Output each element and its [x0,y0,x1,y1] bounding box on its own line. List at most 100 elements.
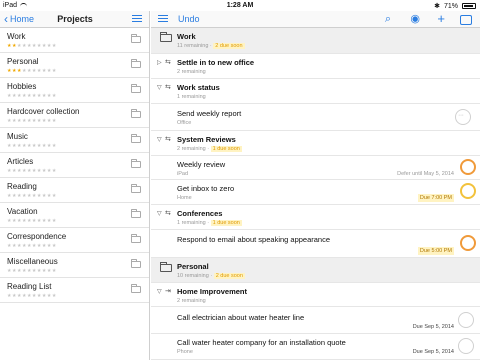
project-header-work[interactable]: Work 11 remaining · 2 due soon [151,28,480,54]
action-group-conferences[interactable]: ▽ ⇆ Conferences 1 remaining · 1 due soon [151,205,480,230]
folder-icon [131,59,141,68]
project-name: Music [7,132,28,141]
sidebar-item-project[interactable]: Hobbies ★★★★★★★★★★ [0,78,149,103]
priority-stars: ★★★★★★★★★★ [7,293,57,299]
disclosure-triangle-icon[interactable]: ▽ [157,210,162,217]
sidebar-item-project[interactable]: Vacation ★★★★★★★★★★ [0,203,149,228]
priority-stars: ★★★★★★★★★★ [7,118,57,124]
list-view-icon[interactable] [132,15,142,24]
status-circle-icon[interactable] [455,109,471,125]
sidebar-item-project[interactable]: Miscellaneous ★★★★★★★★★★ [0,253,149,278]
group-title: Settle in to new office [177,58,255,67]
action-group-system-reviews[interactable]: ▽ ⇆ System Reviews 2 remaining · 1 due s… [151,131,480,156]
folder-icon [131,259,141,268]
folder-icon [131,159,141,168]
action-row[interactable]: Weekly review iPad Defer until May 5, 20… [151,156,480,180]
due-soon-badge: 2 due soon [213,273,245,279]
due-soon-badge: 1 due soon [210,220,242,226]
inbox-icon[interactable] [460,15,472,25]
parallel-group-icon: ⇆ [165,210,171,217]
star-icon: ★ [51,43,57,49]
project-name: Miscellaneous [7,257,58,266]
status-right: ✱ 71% [434,2,476,10]
project-title: Personal [177,262,209,271]
sidebar-item-project[interactable]: Reading ★★★★★★★★★★ [0,178,149,203]
sidebar-item-project[interactable]: Music ★★★★★★★★★★ [0,128,149,153]
remaining-count: 2 remaining [177,298,206,304]
status-circle-icon[interactable] [460,183,476,199]
project-name: Hardcover collection [7,107,80,116]
action-row[interactable]: Respond to email about speaking appearan… [151,230,480,258]
action-row[interactable]: Send weekly report Office [151,104,480,131]
sidebar-toggle-icon[interactable] [158,15,168,24]
priority-stars: ★★★★★★★★★★ [7,268,57,274]
disclosure-triangle-icon[interactable]: ▽ [157,136,162,143]
action-group-home-improvement[interactable]: ▽ ⇥ Home Improvement 2 remaining [151,283,480,307]
action-row[interactable]: Call water heater company for an install… [151,334,480,360]
undo-button[interactable]: Undo [178,14,200,24]
priority-stars: ★★★★★★★★★★ [7,243,57,249]
project-title: Work [177,32,196,41]
sidebar-item-project[interactable]: Personal ★★★★★★★★★★ [0,53,149,78]
sidebar-title: Projects [57,14,93,24]
sidebar-item-project[interactable]: Work ★★★★★★★★★★ [0,28,149,53]
project-name: Articles [7,157,34,166]
parallel-group-icon: ⇆ [165,59,171,66]
status-circle-icon[interactable] [458,338,474,354]
star-icon: ★ [51,93,57,99]
action-row[interactable]: Call electrician about water heater line… [151,307,480,334]
disclosure-triangle-icon[interactable]: ▽ [157,288,162,295]
status-time: 1:28 AM [226,2,254,9]
status-circle-icon[interactable] [460,159,476,175]
action-title: Call water heater company for an install… [177,338,346,347]
priority-stars: ★★★★★★★★★★ [7,68,57,74]
folder-icon [131,209,141,218]
sidebar-item-project[interactable]: Articles ★★★★★★★★★★ [0,153,149,178]
due-date: Due Sep 5, 2014 [412,324,454,330]
priority-stars: ★★★★★★★★★★ [7,43,57,49]
remaining-count: 10 remaining [177,273,209,279]
plus-icon[interactable]: + [437,12,445,25]
action-title: Respond to email about speaking appearan… [177,235,331,244]
disclosure-triangle-icon[interactable]: ▷ [157,59,162,66]
action-group-work-status[interactable]: ▽ ⇆ Work status 1 remaining [151,79,480,104]
project-header-personal[interactable]: Personal 10 remaining · 2 due soon [151,258,480,283]
group-title: Home Improvement [177,287,248,296]
action-context: Phone [177,349,193,355]
action-group-settle[interactable]: ▷ ⇆ Settle in to new office 2 remaining [151,54,480,79]
group-summary: 2 remaining · 1 due soon [177,146,242,152]
action-row[interactable]: Get inbox to zero Home Due 7:00 PM [151,180,480,205]
project-name: Reading List [7,282,52,291]
star-icon: ★ [51,168,57,174]
action-context: Home [177,195,192,201]
group-summary: 1 remaining · 1 due soon [177,220,242,226]
project-summary: 11 remaining · 2 due soon [177,43,245,49]
sidebar-item-project[interactable]: Correspondence ★★★★★★★★★★ [0,228,149,253]
detail-toolbar: Undo ⌕ ◉ + [151,11,480,28]
disclosure-triangle-icon[interactable]: ▽ [157,84,162,91]
sidebar-item-project[interactable]: Reading List ★★★★★★★★★★ [0,278,149,303]
battery-icon [462,3,476,9]
sequential-group-icon: ⇥ [165,288,171,295]
project-name: Hobbies [7,82,37,91]
folder-icon [131,109,141,118]
due-soon-badge: 2 due soon [213,43,245,49]
search-icon[interactable]: ⌕ [385,13,391,25]
project-detail: Undo ⌕ ◉ + Work 11 remaining · 2 due soo… [151,11,480,360]
project-list: Work ★★★★★★★★★★ Personal ★★★★★★★★★★ Hobbies ★… [0,28,149,303]
status-circle-icon[interactable] [458,312,474,328]
folder-icon [131,284,141,293]
battery-percent: 71% [443,2,458,10]
priority-stars: ★★★★★★★★★★ [7,168,57,174]
folder-icon [131,234,141,243]
eye-icon[interactable]: ◉ [410,13,420,25]
star-icon: ★ [51,193,57,199]
action-context: iPad [177,171,189,177]
folder-icon [131,184,141,193]
due-badge: Due 5:00 PM [417,247,454,255]
due-badge: Due 7:00 PM [417,194,454,202]
sidebar-item-project[interactable]: Hardcover collection ★★★★★★★★★★ [0,103,149,128]
star-icon: ★ [51,68,57,74]
group-title: System Reviews [177,135,236,144]
status-circle-icon[interactable] [460,235,476,251]
